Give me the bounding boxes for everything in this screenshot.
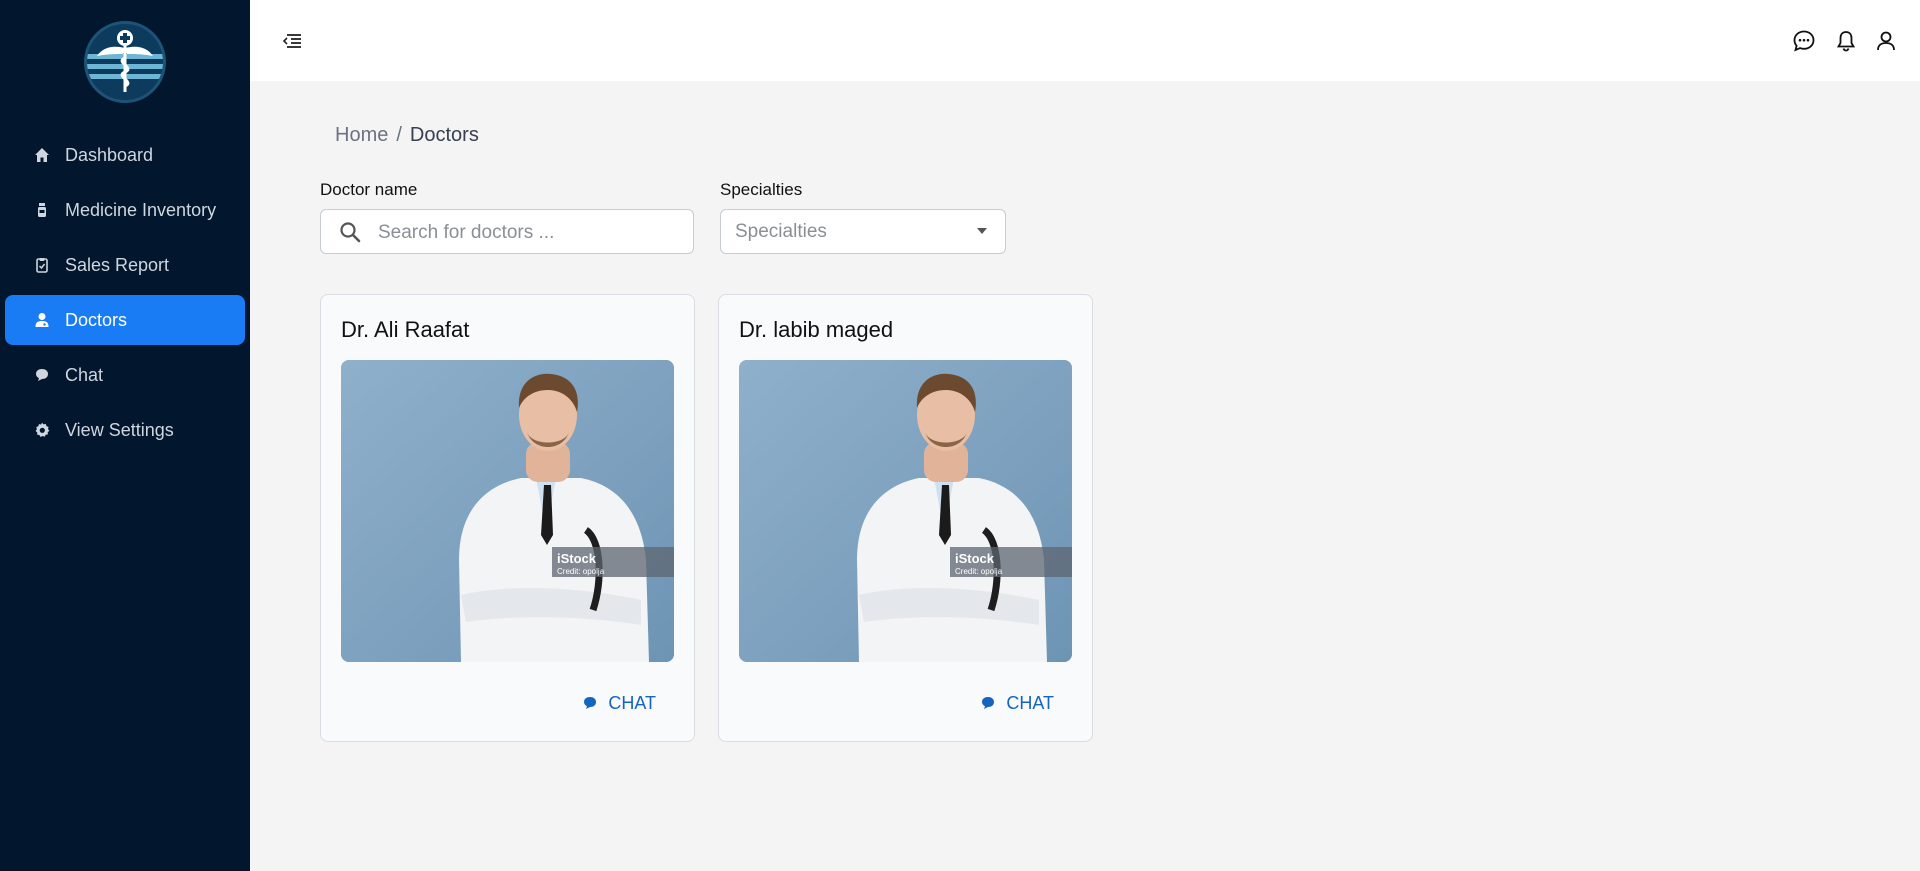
chat-icon (33, 366, 51, 384)
doctor-photo: iStock Credit: opolja (739, 360, 1072, 662)
home-icon (33, 146, 51, 164)
search-icon (339, 221, 361, 243)
sidebar-item-dashboard[interactable]: Dashboard (5, 130, 245, 180)
gear-icon (33, 421, 51, 439)
chat-button[interactable]: CHAT (980, 688, 1054, 718)
sidebar-item-label: View Settings (65, 419, 174, 440)
doctor-search-field[interactable] (320, 209, 694, 255)
sidebar-item-view-settings[interactable]: View Settings (5, 405, 245, 455)
sidebar-item-medicine-inventory[interactable]: Medicine Inventory (5, 185, 245, 235)
doctor-card: Dr. Ali Raafat iStock Credit: opolja CHA… (320, 294, 695, 742)
sidebar: Dashboard Medicine Inventory Sales Repor… (0, 0, 250, 871)
sidebar-item-label: Sales Report (65, 254, 170, 275)
sidebar-item-label: Dashboard (65, 144, 154, 165)
sidebar-item-label: Medicine Inventory (65, 199, 217, 220)
caret-down-icon (977, 228, 987, 234)
specialties-select-value: Specialties (735, 221, 827, 242)
doctor-search-input[interactable] (376, 210, 680, 255)
doctor-name-label: Doctor name (320, 180, 418, 199)
specialties-label: Specialties (720, 180, 803, 199)
chat-button-label: CHAT (608, 692, 656, 713)
medicine-bottle-icon (33, 201, 51, 219)
user-icon[interactable] (1874, 29, 1898, 53)
sidebar-item-label: Chat (65, 364, 104, 385)
doctor-icon (33, 311, 51, 329)
chat-button-label: CHAT (1006, 692, 1054, 713)
doctor-name: Dr. Ali Raafat (341, 317, 470, 342)
chat-icon (980, 695, 996, 711)
sidebar-item-doctors[interactable]: Doctors (5, 295, 245, 345)
sidebar-item-sales-report[interactable]: Sales Report (5, 240, 245, 290)
doctor-name: Dr. labib maged (739, 317, 894, 342)
watermark-text: iStock (557, 551, 597, 566)
caduceus-logo-icon (87, 30, 163, 92)
sidebar-item-label: Doctors (65, 309, 128, 330)
breadcrumb-home-link[interactable]: Home (335, 124, 388, 146)
messages-icon[interactable] (1792, 29, 1816, 53)
watermark-text: iStock (955, 551, 995, 566)
doctor-card: Dr. labib maged iStock Credit: opolja CH… (718, 294, 1093, 742)
top-header (250, 0, 1920, 81)
chat-icon (582, 695, 598, 711)
watermark-credit: Credit: opolja (955, 567, 1003, 576)
breadcrumb-separator: / (396, 124, 402, 146)
specialties-select[interactable]: Specialties (720, 209, 1006, 254)
app-logo[interactable] (84, 21, 166, 103)
chat-button[interactable]: CHAT (582, 688, 656, 718)
menu-toggle-icon[interactable] (282, 31, 302, 51)
sidebar-nav: Dashboard Medicine Inventory Sales Repor… (5, 130, 245, 460)
watermark-credit: Credit: opolja (557, 567, 605, 576)
breadcrumb-current: Doctors (409, 124, 479, 146)
bell-icon[interactable] (1834, 29, 1858, 53)
sidebar-item-chat[interactable]: Chat (5, 350, 245, 400)
breadcrumb: Home / Doctors (335, 124, 479, 147)
clipboard-icon (33, 256, 51, 274)
doctor-photo: iStock Credit: opolja (341, 360, 674, 662)
